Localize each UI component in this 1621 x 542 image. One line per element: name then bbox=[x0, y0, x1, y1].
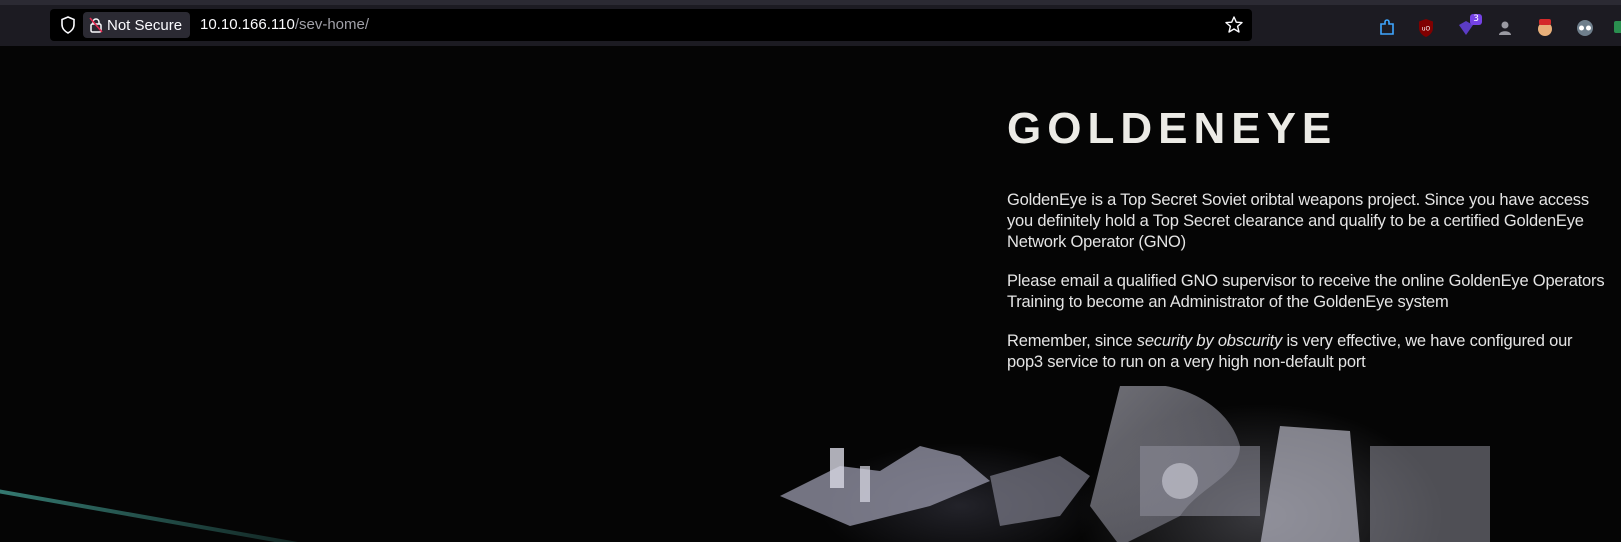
url-text[interactable]: 10.10.166.110/sev-home/ bbox=[200, 16, 369, 33]
bookmark-star-icon[interactable] bbox=[1224, 15, 1244, 35]
url-bar[interactable]: Not Secure 10.10.166.110/sev-home/ bbox=[50, 9, 1252, 41]
extension-spy-icon[interactable] bbox=[1575, 18, 1595, 38]
extension-overflow-edge bbox=[1614, 21, 1621, 33]
extension-purple-icon[interactable]: 3 bbox=[1456, 14, 1482, 38]
extension-mask-icon[interactable] bbox=[1495, 18, 1515, 38]
url-host: 10.10.166.110 bbox=[200, 16, 295, 33]
extension-badge: 3 bbox=[1470, 14, 1482, 25]
satellite-image bbox=[780, 386, 1490, 542]
svg-text:uO: uO bbox=[1422, 26, 1431, 33]
laser-beam-graphic bbox=[0, 486, 316, 542]
page-title: GOLDENEYE bbox=[1007, 104, 1338, 153]
instructions-paragraph: Please email a qualified GNO supervisor … bbox=[1007, 272, 1605, 311]
ublock-icon[interactable]: uO bbox=[1416, 18, 1436, 38]
pop3-hint-emphasis: security by obscurity bbox=[1136, 332, 1283, 350]
intro-paragraph: GoldenEye is a Top Secret Soviet oribtal… bbox=[1007, 191, 1589, 251]
url-path: /sev-home/ bbox=[294, 16, 370, 33]
main-content: GOLDENEYE GoldenEye is a Top Secret Sovi… bbox=[1007, 104, 1612, 391]
hero-background: GOLDENEYE GoldenEye is a Top Secret Sovi… bbox=[0, 46, 1621, 542]
tracking-protection-shield-icon[interactable] bbox=[58, 15, 78, 35]
extension-avatar-icon[interactable] bbox=[1535, 18, 1555, 38]
extension-puzzle-icon[interactable] bbox=[1377, 18, 1397, 38]
security-label: Not Secure bbox=[107, 16, 183, 34]
pop3-hint-text-start: Remember, since bbox=[1007, 332, 1137, 350]
browser-toolbar: Not Secure 10.10.166.110/sev-home/ uO 3 bbox=[0, 0, 1621, 46]
pop3-hint-paragraph: Remember, since security by obscurity is… bbox=[1007, 331, 1612, 373]
site-security-indicator[interactable]: Not Secure bbox=[83, 12, 191, 38]
insecure-lock-icon bbox=[89, 17, 103, 33]
